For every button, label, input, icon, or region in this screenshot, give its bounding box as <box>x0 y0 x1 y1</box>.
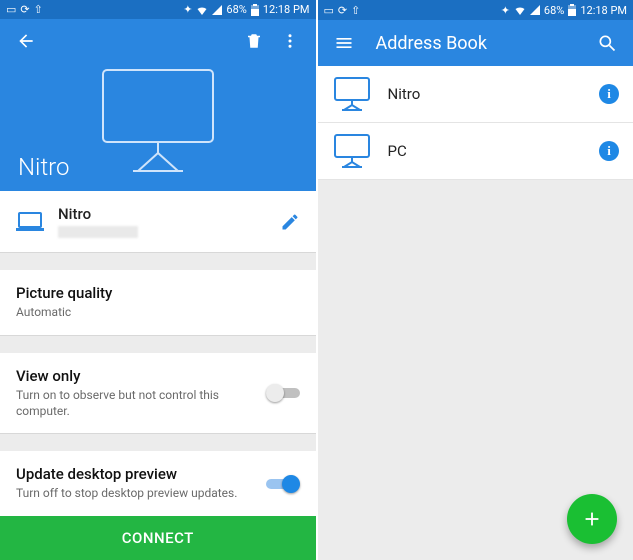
status-bar: ▭ ⟳ ⇧ ✦ 68% 12:18 PM <box>0 0 316 19</box>
wifi-icon <box>514 5 526 15</box>
delete-button[interactable] <box>236 23 272 59</box>
info-icon[interactable]: i <box>599 141 619 161</box>
info-icon[interactable]: i <box>599 84 619 104</box>
clock-text: 12:18 PM <box>580 4 627 17</box>
status-bar: ▭ ⟳ ⇧ ✦ 68% 12:18 PM <box>318 0 633 20</box>
menu-button[interactable] <box>326 25 362 61</box>
address-book-screen: ▭ ⟳ ⇧ ✦ 68% 12:18 PM <box>318 0 633 560</box>
gap <box>0 336 316 353</box>
address-book-app-bar: Address Book <box>318 20 633 66</box>
overflow-button[interactable] <box>272 23 308 59</box>
battery-pct: 68% <box>226 3 246 16</box>
device-name: Nitro <box>58 205 266 223</box>
view-only-setting: View only Turn on to observe but not con… <box>0 353 316 433</box>
picture-icon: ▭ <box>324 4 334 17</box>
view-only-sub: Turn on to observe but not control this … <box>16 388 266 419</box>
update-preview-sub: Turn off to stop desktop preview updates… <box>16 486 266 502</box>
status-right: ✦ 68% 12:18 PM <box>183 3 309 16</box>
laptop-icon <box>16 212 44 232</box>
status-left: ▭ ⟳ ⇧ <box>6 3 43 16</box>
picture-quality-value: Automatic <box>16 305 300 321</box>
add-fab[interactable] <box>567 494 617 544</box>
update-preview-toggle[interactable] <box>266 475 300 493</box>
view-only-toggle[interactable] <box>266 384 300 402</box>
picture-quality-setting[interactable]: Picture quality Automatic <box>0 270 316 335</box>
list-item[interactable]: PC i <box>318 123 633 180</box>
detail-app-bar <box>0 19 316 63</box>
clock-text: 12:18 PM <box>263 3 310 16</box>
monitor-icon <box>332 133 372 169</box>
bluetooth-icon: ✦ <box>501 4 510 17</box>
battery-icon <box>568 4 576 16</box>
upload-icon: ⇧ <box>34 3 43 16</box>
search-button[interactable] <box>589 25 625 61</box>
signal-icon <box>530 5 540 15</box>
device-row[interactable]: Nitro <box>0 191 316 252</box>
update-preview-title: Update desktop preview <box>16 465 266 483</box>
gap <box>0 434 316 451</box>
device-sub-blur <box>58 226 138 238</box>
edit-icon[interactable] <box>280 212 300 232</box>
list-item-label: PC <box>388 142 584 160</box>
bluetooth-icon: ✦ <box>183 3 192 16</box>
app-bar-title: Address Book <box>376 33 590 54</box>
hero-title: Nitro <box>18 153 69 181</box>
detail-screen: ▭ ⟳ ⇧ ✦ 68% 12:18 PM <box>0 0 318 560</box>
monitor-icon <box>332 76 372 112</box>
back-button[interactable] <box>8 23 44 59</box>
sync-icon: ⟳ <box>20 3 29 16</box>
monitor-icon <box>93 65 223 175</box>
view-only-title: View only <box>16 367 266 385</box>
address-book-list: Nitro i PC i <box>318 66 633 180</box>
sync-icon: ⟳ <box>338 4 347 17</box>
status-right: ✦ 68% 12:18 PM <box>501 4 627 17</box>
list-item-label: Nitro <box>388 85 584 103</box>
plus-icon <box>581 508 603 530</box>
hero: Nitro <box>0 63 316 191</box>
battery-icon <box>251 4 259 16</box>
list-item[interactable]: Nitro i <box>318 66 633 123</box>
battery-pct: 68% <box>544 4 564 17</box>
picture-icon: ▭ <box>6 3 16 16</box>
status-left: ▭ ⟳ ⇧ <box>324 4 361 17</box>
gap <box>0 253 316 270</box>
connect-button[interactable]: CONNECT <box>0 516 316 560</box>
signal-icon <box>212 5 222 15</box>
update-preview-setting: Update desktop preview Turn off to stop … <box>0 451 316 516</box>
upload-icon: ⇧ <box>351 4 360 17</box>
picture-quality-title: Picture quality <box>16 284 300 302</box>
wifi-icon <box>196 5 208 15</box>
